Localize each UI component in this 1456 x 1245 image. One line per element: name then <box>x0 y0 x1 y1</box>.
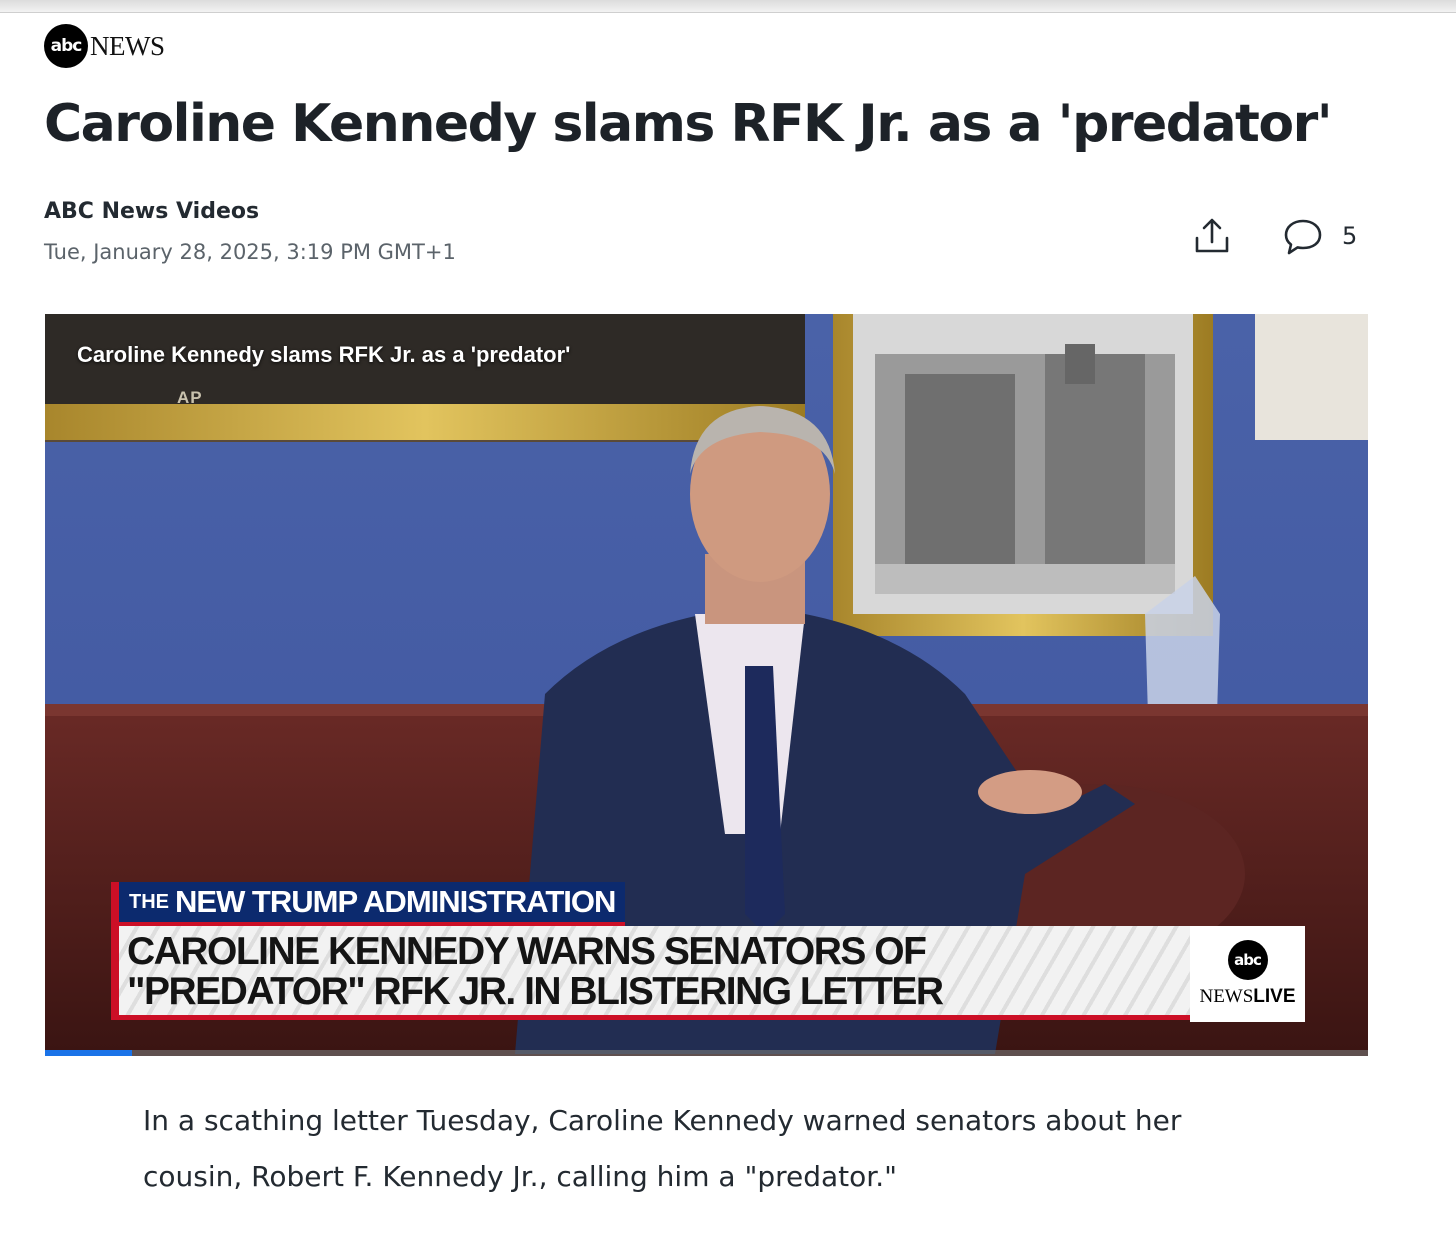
video-progress-fill <box>45 1050 133 1056</box>
live-news-word: NEWS <box>1199 986 1254 1007</box>
chyron-lower-third: CAROLINE KENNEDY WARNS SENATORS OF "PRED… <box>111 926 1191 1020</box>
video-progress-bar[interactable] <box>45 1050 1368 1056</box>
abc-logo-mark: abc <box>44 24 88 68</box>
logo-wordmark: NEWS <box>90 30 165 61</box>
chyron-kicker: THE NEW TRUMP ADMINISTRATION <box>111 882 626 926</box>
chyron-line-1: CAROLINE KENNEDY WARNS SENATORS OF <box>127 930 927 973</box>
article-timestamp: Tue, January 28, 2025, 3:19 PM GMT+1 <box>44 240 456 264</box>
chyron-line-2: "PREDATOR" RFK JR. IN BLISTERING LETTER <box>127 970 944 1013</box>
article-source[interactable]: ABC News Videos <box>44 199 259 224</box>
share-button[interactable] <box>1188 212 1236 260</box>
share-icon <box>1195 218 1229 253</box>
video-player[interactable]: Caroline Kennedy slams RFK Jr. as a 'pre… <box>45 314 1368 1056</box>
comments-button[interactable]: 5 <box>1282 214 1357 258</box>
live-live-word: LIVE <box>1253 986 1296 1007</box>
video-title-overlay: Caroline Kennedy slams RFK Jr. as a 'pre… <box>77 342 571 367</box>
kicker-small-text: THE <box>129 890 169 913</box>
abc-news-logo[interactable]: abc NEWS <box>44 24 165 68</box>
article-headline: Caroline Kennedy slams RFK Jr. as a 'pre… <box>44 94 1333 154</box>
abc-news-live-bug: abc NEWSLIVE <box>1190 926 1305 1022</box>
news-live-wordmark: NEWSLIVE <box>1199 986 1295 1008</box>
kicker-big-text: NEW TRUMP ADMINISTRATION <box>175 884 616 919</box>
video-credit: AP <box>177 388 203 407</box>
abc-live-logo-mark: abc <box>1227 940 1268 980</box>
comment-count: 5 <box>1342 222 1358 250</box>
browser-top-bar <box>0 0 1456 13</box>
article-summary: In a scathing letter Tuesday, Caroline K… <box>143 1104 1182 1193</box>
comment-icon <box>1284 219 1322 255</box>
